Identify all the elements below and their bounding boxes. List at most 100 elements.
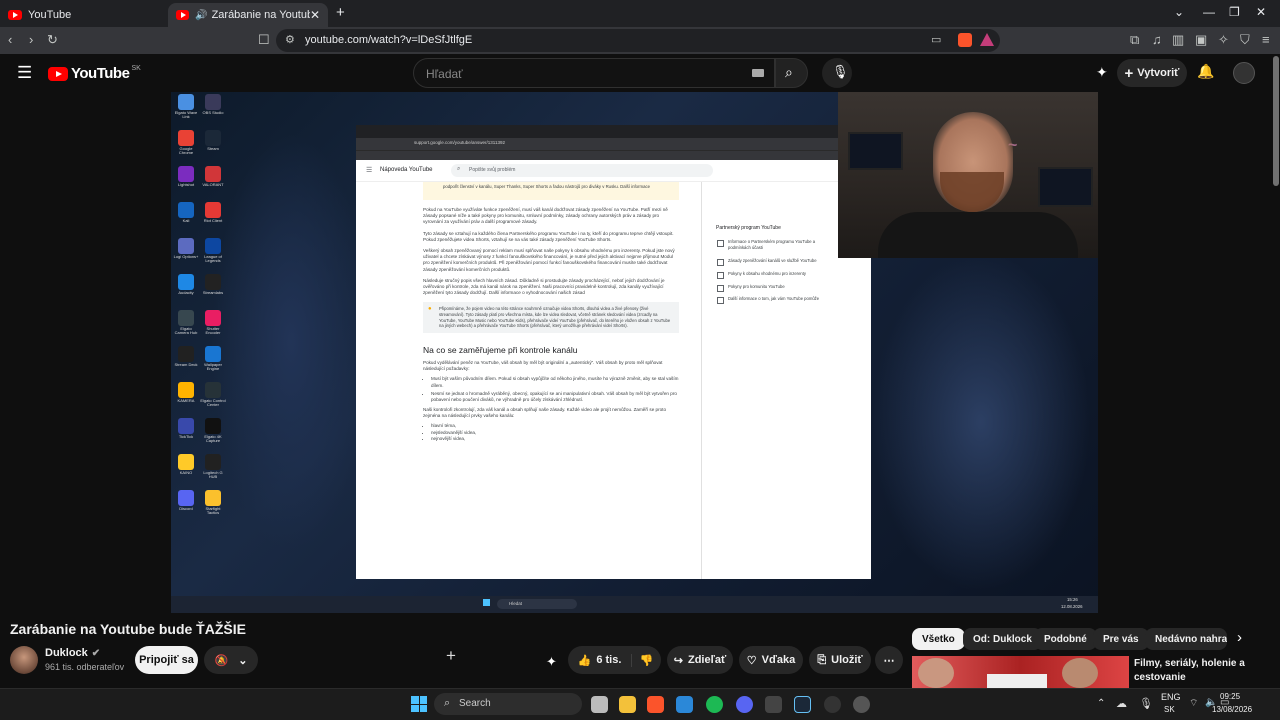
- back-icon[interactable]: ‹: [8, 32, 12, 47]
- keyboard-layout-indicator[interactable]: SK: [1164, 705, 1175, 714]
- chip-all[interactable]: Všetko: [912, 628, 965, 650]
- browser-tab-active[interactable]: 🔊 Zarábanie na Youtube bude Ť ✕: [168, 3, 328, 27]
- search-button[interactable]: ⌕: [775, 58, 808, 88]
- ai-sparkle-icon[interactable]: ✦: [546, 654, 557, 670]
- notifications-bell-icon[interactable]: 🔔: [1197, 63, 1214, 80]
- sidebar-icon[interactable]: ▥: [1172, 32, 1184, 48]
- app-icon[interactable]: [676, 696, 693, 713]
- clock-time[interactable]: 09:25: [1220, 692, 1240, 701]
- chip-label: Pre vás: [1103, 633, 1139, 645]
- recommendation-title[interactable]: Filmy, seriály, holenie a cestovanie: [1134, 657, 1268, 684]
- reload-icon[interactable]: ↻: [47, 32, 58, 48]
- spotify-icon[interactable]: [706, 696, 723, 713]
- brave-rewards-icon[interactable]: [980, 33, 994, 46]
- like-button[interactable]: 👍 6 tis.: [568, 653, 632, 667]
- desktop-icon-label: Logitech G HUB: [203, 470, 223, 480]
- recommendation-thumbnail[interactable]: [912, 656, 1129, 688]
- wallet-icon[interactable]: ▣: [1195, 32, 1207, 48]
- tray-chevron-up-icon[interactable]: ⌃: [1097, 698, 1105, 709]
- desktop-icon-label: Elgato 4K Capture: [204, 434, 222, 444]
- file-explorer-icon[interactable]: [619, 696, 636, 713]
- scrollbar-thumb[interactable]: [1273, 56, 1279, 186]
- taskbar-search-label: Search: [459, 698, 491, 709]
- subscribed-button[interactable]: 🔕 ⌄: [204, 646, 258, 674]
- chip-label: Podobné: [1044, 633, 1087, 645]
- tab-search-icon[interactable]: ⌄: [1174, 5, 1184, 19]
- keyboard-icon[interactable]: [752, 69, 764, 77]
- tray-mic-icon[interactable]: 🎙: [1139, 697, 1153, 710]
- discord-icon[interactable]: [736, 696, 753, 713]
- close-tab-icon[interactable]: ✕: [310, 8, 320, 22]
- chip-from-channel[interactable]: Od: Duklock: [963, 628, 1042, 650]
- forward-icon[interactable]: ›: [29, 32, 33, 47]
- inner-paragraph: Následuje stručný popis všech hlavních z…: [423, 277, 665, 296]
- youtube-logo[interactable]: YouTube SK: [48, 65, 141, 82]
- join-button[interactable]: Pripojiť sa: [135, 646, 198, 674]
- new-tab-button[interactable]: +: [336, 4, 345, 21]
- account-avatar[interactable]: [1233, 62, 1255, 84]
- inner-help-header: ☰ Nápoveda YouTube ⌕ Popište svůj problé…: [356, 160, 871, 182]
- inner-sidebar-item: Informace o Partnerském programu YouTube…: [716, 239, 826, 251]
- extensions-icon[interactable]: ⧉: [1130, 32, 1139, 48]
- share-label: Zdieľať: [687, 654, 727, 666]
- save-button[interactable]: ⎘ Uložiť: [809, 646, 871, 674]
- logitech-icon[interactable]: [824, 696, 841, 713]
- cast-icon[interactable]: ▭: [931, 33, 941, 46]
- close-window-icon[interactable]: ✕: [1256, 5, 1266, 19]
- vpn-icon[interactable]: ⛉: [1240, 32, 1250, 48]
- channel-avatar[interactable]: [10, 646, 38, 674]
- more-actions-button[interactable]: ⋯: [875, 646, 903, 674]
- taskbar-search-box[interactable]: ⌕ Search: [434, 693, 582, 715]
- inner-paragraph: Pokud na YouTube využíváte funkce zpeněž…: [423, 207, 668, 225]
- desktop-icon-label: KAMERA: [177, 398, 195, 403]
- channel-name[interactable]: Duklock: [45, 647, 88, 659]
- task-view-icon[interactable]: [591, 696, 608, 713]
- hamburger-menu-icon[interactable]: ☰: [17, 63, 32, 83]
- chip-for-you[interactable]: Pre vás: [1093, 628, 1149, 650]
- brave-shield-icon[interactable]: [958, 33, 972, 47]
- chip-recently-uploaded[interactable]: Nedávno nahrané: [1145, 628, 1227, 650]
- dislike-button[interactable]: 👎: [632, 654, 661, 667]
- desktop-icon: Riot Client: [200, 202, 226, 223]
- menu-icon[interactable]: ≡: [1262, 32, 1270, 47]
- windows-start-icon[interactable]: [411, 696, 427, 712]
- inner-search-icon: ⌕: [457, 166, 461, 172]
- steam-icon[interactable]: [794, 696, 811, 713]
- leo-icon[interactable]: ✧: [1218, 32, 1229, 48]
- app-icon[interactable]: [765, 696, 782, 713]
- brave-browser-icon[interactable]: [647, 696, 664, 713]
- create-button[interactable]: + Vytvoriť: [1117, 59, 1187, 87]
- verified-check-icon: ✔: [91, 647, 101, 659]
- language-indicator[interactable]: ENG: [1161, 692, 1181, 702]
- obs-icon[interactable]: [853, 696, 870, 713]
- inner-taskbar: Hledat 15:26 12.08.2026: [171, 596, 1098, 613]
- share-button[interactable]: ↪ Zdieľať: [667, 646, 733, 674]
- thanks-button[interactable]: ♡ Vďaka: [739, 646, 803, 674]
- inner-sidebar-item: Zásady zpeněžování kanálů ve službě YouT…: [716, 258, 826, 266]
- clock-date[interactable]: 13/08/2026: [1212, 705, 1252, 714]
- media-icon[interactable]: ♫: [1152, 32, 1162, 47]
- desktop-icon: Starfight Tactics: [200, 490, 226, 516]
- maximize-icon[interactable]: ❐: [1229, 5, 1240, 19]
- browser-tab[interactable]: YouTube: [0, 3, 160, 27]
- streamer-beard: [940, 172, 1004, 212]
- desktop-icon-label: Streamlabs: [202, 290, 224, 295]
- desktop-app-icon: [205, 490, 221, 506]
- site-info-icon[interactable]: ⚙: [285, 33, 295, 46]
- voice-search-button[interactable]: 🎙: [822, 58, 852, 88]
- desktop-icon: Steam: [200, 130, 226, 151]
- minimize-icon[interactable]: —: [1203, 5, 1215, 19]
- chip-related[interactable]: Podobné: [1034, 628, 1097, 650]
- network-icon[interactable]: ⌔: [1189, 697, 1198, 710]
- desktop-icon: Lightshot: [173, 166, 199, 187]
- background-monitor: [1038, 167, 1093, 207]
- channel-name-row[interactable]: Duklock ✔: [45, 647, 100, 659]
- desktop-icon-label: Google Chrome: [178, 146, 194, 156]
- search-input[interactable]: Hľadať: [413, 58, 775, 88]
- thumbnail-person: [918, 658, 954, 688]
- address-bar[interactable]: ⚙ youtube.com/watch?v=lDeSfJtlfgE ▭: [276, 29, 1000, 52]
- chevron-right-icon[interactable]: ›: [1237, 629, 1242, 646]
- bookmark-icon[interactable]: ☐: [258, 32, 270, 48]
- tray-cloud-icon[interactable]: ☁: [1116, 697, 1127, 710]
- casting-icon[interactable]: ✦: [1096, 64, 1108, 81]
